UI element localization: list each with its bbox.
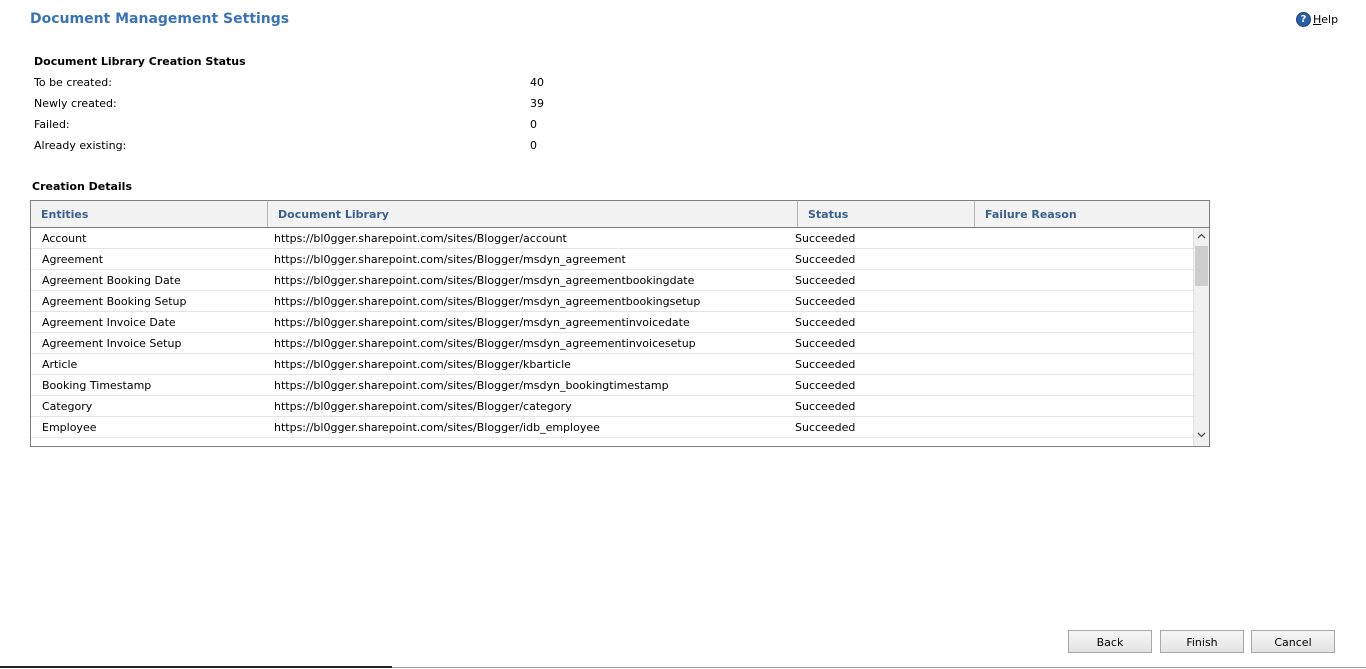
finish-button[interactable]: Finish <box>1160 630 1244 653</box>
cell-document-library: https://bl0gger.sharepoint.com/sites/Blo… <box>274 400 572 413</box>
cancel-button[interactable]: Cancel <box>1251 630 1335 653</box>
back-button-label: Back <box>1096 636 1124 649</box>
cell-entity: Agreement Booking Setup <box>42 295 187 308</box>
creation-details-heading: Creation Details <box>32 180 132 193</box>
column-header-document-library[interactable]: Document Library <box>268 201 798 227</box>
document-management-settings-dialog: Document Management Settings ? Help Docu… <box>0 0 1366 669</box>
stat-already-existing: Already existing: 0 <box>34 139 554 153</box>
cell-document-library: https://bl0gger.sharepoint.com/sites/Blo… <box>274 295 701 308</box>
cell-entity: Category <box>42 400 93 413</box>
cell-document-library: https://bl0gger.sharepoint.com/sites/Blo… <box>274 358 571 371</box>
scrollbar-thumb[interactable] <box>1195 246 1208 286</box>
stat-label: Already existing: <box>34 139 127 152</box>
bottom-divider <box>0 666 392 668</box>
page-title: Document Management Settings <box>30 11 290 27</box>
stat-value: 39 <box>530 97 544 110</box>
chevron-up-icon[interactable] <box>1194 230 1209 245</box>
cell-entity: Employee <box>42 421 97 434</box>
cell-status: Succeeded <box>795 253 856 266</box>
cell-status: Succeeded <box>795 421 856 434</box>
cell-entity: Article <box>42 358 78 371</box>
stat-label: Newly created: <box>34 97 117 110</box>
cancel-button-label: Cancel <box>1274 636 1312 649</box>
cell-document-library: https://bl0gger.sharepoint.com/sites/Blo… <box>274 337 696 350</box>
vertical-scrollbar[interactable] <box>1193 228 1209 446</box>
help-icon[interactable]: ? <box>1296 11 1311 27</box>
table-row[interactable]: Agreement Booking Date https://bl0gger.s… <box>31 270 1193 291</box>
help-link[interactable]: ? Help <box>1296 11 1338 27</box>
grid-body: Account https://bl0gger.sharepoint.com/s… <box>31 228 1193 446</box>
cell-document-library: https://bl0gger.sharepoint.com/sites/Blo… <box>274 274 695 287</box>
column-header-status[interactable]: Status <box>798 201 975 227</box>
cell-document-library: https://bl0gger.sharepoint.com/sites/Blo… <box>274 253 626 266</box>
cell-document-library: https://bl0gger.sharepoint.com/sites/Blo… <box>274 421 600 434</box>
cell-entity: Agreement Invoice Setup <box>42 337 182 350</box>
cell-status: Succeeded <box>795 400 856 413</box>
creation-status-heading: Document Library Creation Status <box>34 55 246 68</box>
column-header-entities[interactable]: Entities <box>31 201 268 227</box>
table-row[interactable]: Booking Timestamp https://bl0gger.sharep… <box>31 375 1193 396</box>
table-row[interactable]: Employee https://bl0gger.sharepoint.com/… <box>31 417 1193 438</box>
stat-label: Failed: <box>34 118 70 131</box>
cell-document-library: https://bl0gger.sharepoint.com/sites/Blo… <box>274 232 567 245</box>
back-button[interactable]: Back <box>1068 630 1152 653</box>
table-row[interactable]: Account https://bl0gger.sharepoint.com/s… <box>31 228 1193 249</box>
cell-status: Succeeded <box>795 232 856 245</box>
bottom-divider <box>392 667 1366 668</box>
cell-status: Succeeded <box>795 379 856 392</box>
cell-status: Succeeded <box>795 358 856 371</box>
grid-header: Entities Document Library Status Failure… <box>31 201 1209 228</box>
finish-button-label: Finish <box>1186 636 1218 649</box>
cell-status: Succeeded <box>795 274 856 287</box>
stat-label: To be created: <box>34 76 112 89</box>
cell-entity: Account <box>42 232 87 245</box>
table-row[interactable]: Agreement Invoice Setup https://bl0gger.… <box>31 333 1193 354</box>
stat-to-be-created: To be created: 40 <box>34 76 554 90</box>
table-row[interactable]: Agreement Booking Setup https://bl0gger.… <box>31 291 1193 312</box>
stat-failed: Failed: 0 <box>34 118 554 132</box>
cell-entity: Agreement Invoice Date <box>42 316 176 329</box>
cell-entity: Booking Timestamp <box>42 379 152 392</box>
stat-newly-created: Newly created: 39 <box>34 97 554 111</box>
cell-document-library: https://bl0gger.sharepoint.com/sites/Blo… <box>274 379 669 392</box>
table-row[interactable]: Agreement Invoice Date https://bl0gger.s… <box>31 312 1193 333</box>
cell-status: Succeeded <box>795 295 856 308</box>
stat-value: 0 <box>530 139 537 152</box>
cell-entity: Agreement Booking Date <box>42 274 181 287</box>
creation-details-grid: Entities Document Library Status Failure… <box>30 200 1210 447</box>
column-header-failure-reason[interactable]: Failure Reason <box>975 201 1209 227</box>
table-row[interactable]: Article https://bl0gger.sharepoint.com/s… <box>31 354 1193 375</box>
cell-entity: Agreement <box>42 253 104 266</box>
help-label[interactable]: Help <box>1313 13 1338 26</box>
stat-value: 0 <box>530 118 537 131</box>
stat-value: 40 <box>530 76 544 89</box>
cell-document-library: https://bl0gger.sharepoint.com/sites/Blo… <box>274 316 690 329</box>
table-row[interactable]: Category https://bl0gger.sharepoint.com/… <box>31 396 1193 417</box>
cell-status: Succeeded <box>795 316 856 329</box>
chevron-down-icon[interactable] <box>1194 429 1209 444</box>
table-row[interactable]: Agreement https://bl0gger.sharepoint.com… <box>31 249 1193 270</box>
cell-status: Succeeded <box>795 337 856 350</box>
